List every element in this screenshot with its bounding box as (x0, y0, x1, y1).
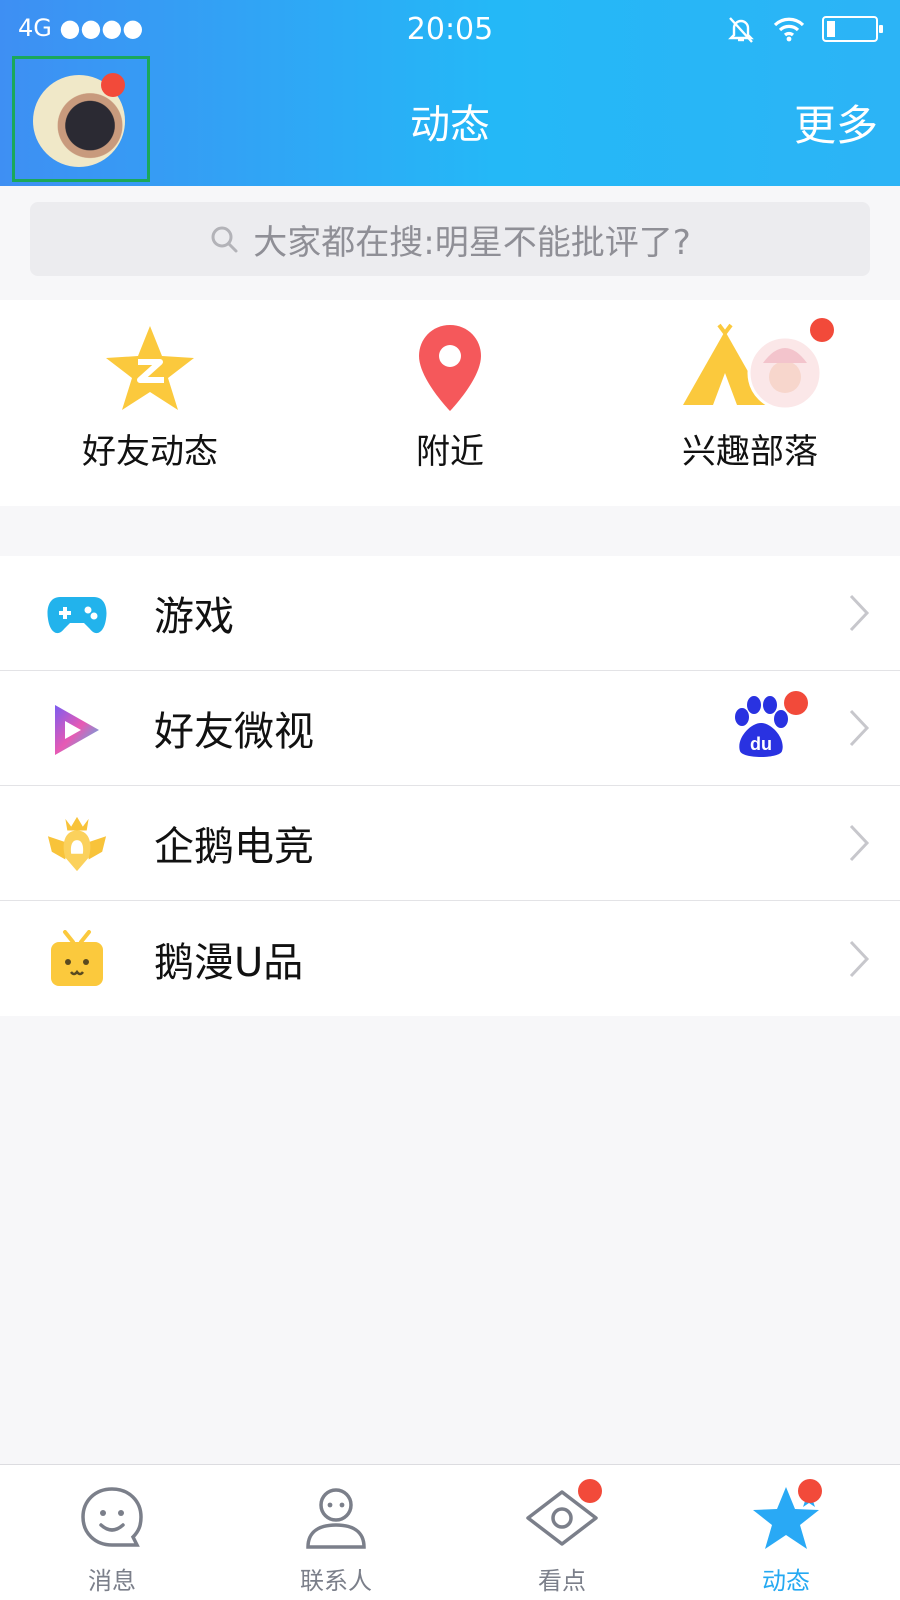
notification-dot (784, 691, 808, 715)
chat-smile-icon (81, 1487, 143, 1547)
wifi-icon (773, 17, 805, 42)
notification-dot (798, 1479, 822, 1503)
tab-messages[interactable]: 消息 (42, 1477, 182, 1596)
search-input[interactable]: 大家都在搜:明星不能批评了? (30, 202, 870, 276)
shortcut-friend-feed[interactable]: 好友动态 (0, 318, 300, 488)
tab-label: 动态 (762, 1567, 810, 1595)
tab-contacts[interactable]: 联系人 (266, 1477, 406, 1596)
weishi-play-icon (55, 705, 99, 755)
list-item-weishi[interactable]: 好友微视 du (0, 671, 900, 786)
shortcut-label: 附近 (416, 432, 484, 472)
shortcut-label: 兴趣部落 (682, 432, 818, 472)
feature-list: 游戏 好友微视 du 企鹅电竞 鹅漫U品 (0, 556, 900, 1016)
tent-icon (683, 323, 823, 411)
tab-kandian[interactable]: 看点 (492, 1477, 632, 1596)
baidu-badge: du (726, 691, 808, 763)
bottom-tab-bar: 消息 联系人 看点 动态 (0, 1464, 900, 1600)
tab-dynamic[interactable]: 动态 (716, 1477, 856, 1596)
shortcut-label: 好友动态 (82, 432, 218, 472)
svg-text:du: du (750, 734, 772, 754)
chevron-right-icon (849, 824, 870, 862)
tab-label: 联系人 (300, 1567, 372, 1595)
list-item-ueman[interactable]: 鹅漫U品 (0, 901, 900, 1016)
qzone-star-icon (106, 326, 194, 410)
chevron-right-icon (849, 709, 870, 747)
tab-label: 看点 (538, 1567, 586, 1595)
gift-box-icon (51, 930, 103, 986)
chevron-right-icon (849, 940, 870, 977)
app-header: 4G ●●●● 20:05 动态 更多 (0, 0, 900, 186)
list-item-label: 鹅漫U品 (154, 939, 304, 986)
gamepad-icon (47, 597, 107, 634)
tab-label: 消息 (88, 1567, 136, 1595)
list-item-esports[interactable]: 企鹅电竞 (0, 786, 900, 901)
shortcut-grid: 好友动态 附近 兴趣部落 (0, 300, 900, 506)
search-icon (211, 226, 238, 253)
page-title: 动态 (410, 102, 490, 148)
location-pin-icon (419, 325, 481, 411)
list-item-label: 企鹅电竞 (154, 824, 314, 870)
shortcut-interest-tribe[interactable]: 兴趣部落 (600, 318, 900, 488)
person-icon (306, 1488, 366, 1549)
search-placeholder: 大家都在搜:明星不能批评了? (253, 222, 691, 263)
list-item-games[interactable]: 游戏 (0, 556, 900, 671)
notification-dot (578, 1479, 602, 1503)
shortcut-nearby[interactable]: 附近 (300, 318, 600, 488)
list-item-label: 游戏 (154, 594, 234, 640)
mute-bell-icon (728, 17, 754, 43)
battery-icon (822, 16, 883, 42)
status-icons (726, 14, 883, 44)
esports-crest-icon (47, 816, 107, 872)
list-item-label: 好友微视 (154, 709, 314, 755)
notification-dot (810, 318, 834, 342)
more-button[interactable]: 更多 (794, 92, 878, 153)
chevron-right-icon (849, 594, 870, 632)
